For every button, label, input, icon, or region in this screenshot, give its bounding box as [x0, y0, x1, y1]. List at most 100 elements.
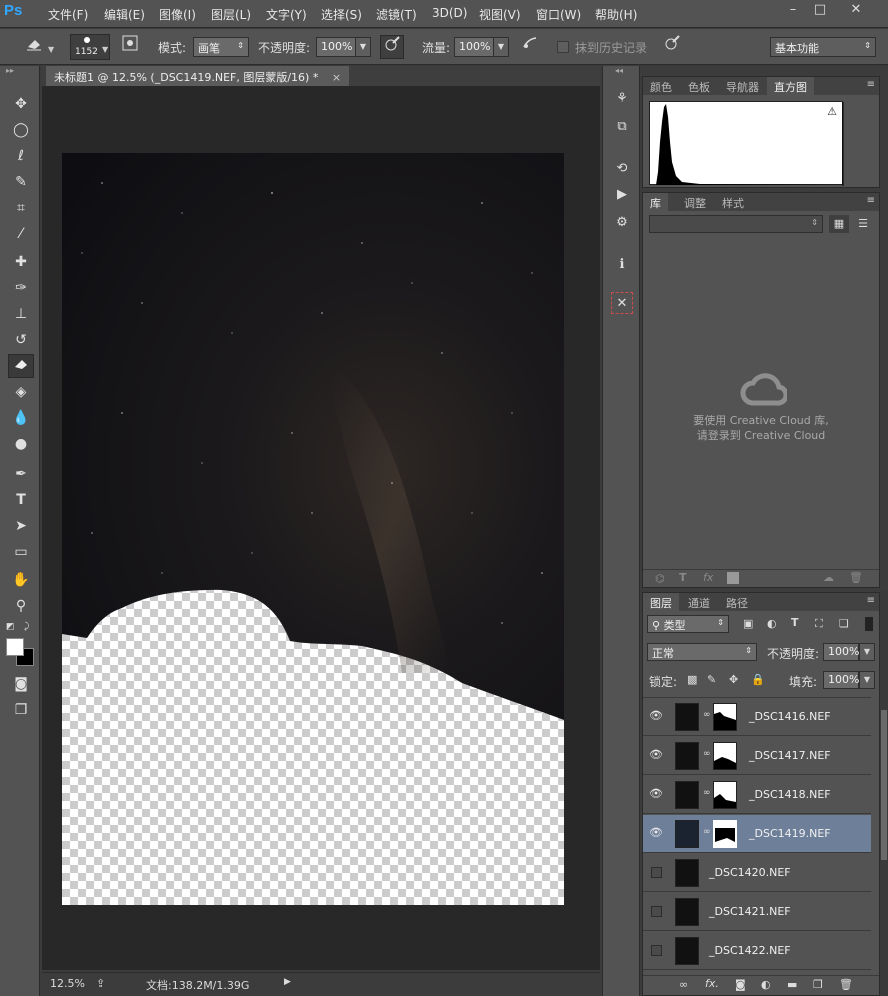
eye-icon[interactable]: 👁	[649, 787, 663, 801]
collapse-icon[interactable]: ◂◂	[615, 66, 623, 75]
grid-view-icon[interactable]: ▦	[829, 215, 849, 233]
zoom-level[interactable]: 12.5%	[50, 977, 85, 990]
layer-mask-thumbnail[interactable]	[713, 742, 737, 770]
layer-mask-thumbnail[interactable]	[713, 703, 737, 731]
tab-layers[interactable]: 图层	[643, 593, 679, 611]
tab-paths[interactable]: 路径	[719, 593, 755, 611]
rectangle-tool-icon[interactable]: ▭	[8, 540, 34, 564]
swap-colors-icon[interactable]: ⤸	[24, 622, 29, 632]
marquee-tool-icon[interactable]: ◯	[8, 118, 34, 142]
brush-dropdown-icon[interactable]: ▼	[102, 45, 108, 54]
close-window-button[interactable]: ✕	[845, 2, 867, 18]
lock-image-icon[interactable]: ✎	[707, 673, 716, 686]
panel-menu-icon[interactable]: ≡	[867, 195, 875, 206]
flow-input[interactable]: 100%	[454, 37, 494, 57]
visibility-toggle[interactable]	[651, 906, 662, 917]
menu-3d[interactable]: 3D(D)	[432, 6, 467, 20]
lasso-tool-icon[interactable]: ℓ	[8, 144, 34, 168]
scrollbar-thumb[interactable]	[881, 710, 887, 860]
filter-toggle[interactable]	[865, 617, 873, 631]
add-fx-icon[interactable]: fx	[703, 571, 713, 584]
lock-all-icon[interactable]: 🔒	[751, 673, 765, 686]
chain-link-icon[interactable]: ∞	[703, 827, 711, 837]
eraser-tool-icon[interactable]	[8, 354, 34, 378]
chain-link-icon[interactable]: ∞	[703, 788, 711, 798]
add-color-icon[interactable]	[727, 572, 739, 584]
airbrush-icon[interactable]	[518, 35, 542, 59]
layer-filter-select[interactable]: ⚲ 类型 ⇕	[647, 615, 729, 633]
add-text-icon[interactable]: T	[679, 571, 687, 584]
layer-opacity-input[interactable]: 100%	[823, 643, 859, 661]
layer-row[interactable]: 👁 ∞ _DSC1417.NEF	[643, 737, 871, 775]
default-colors-icon[interactable]: ◩	[6, 622, 15, 632]
lock-transparent-icon[interactable]: ▩	[687, 673, 697, 686]
tab-swatches[interactable]: 色板	[681, 77, 717, 95]
chain-link-icon[interactable]: ∞	[703, 749, 711, 759]
layer-row[interactable]: 👁 ∞ _DSC1416.NEF	[643, 698, 871, 736]
panel-menu-icon[interactable]: ≡	[867, 595, 875, 606]
tab-adjustments[interactable]: 调整	[677, 193, 713, 211]
menu-select[interactable]: 选择(S)	[321, 6, 362, 23]
library-select[interactable]: ⇕	[649, 215, 823, 233]
visibility-toggle[interactable]	[651, 867, 662, 878]
add-graphic-icon[interactable]: ⌬	[655, 572, 665, 585]
layer-row[interactable]: 👁 ∞ _DSC1418.NEF	[643, 776, 871, 814]
brush-tool-icon[interactable]: ✑	[8, 276, 34, 300]
close-tab-icon[interactable]: ×	[332, 71, 341, 84]
paint-bucket-tool-icon[interactable]: ◈	[8, 380, 34, 404]
tab-navigator[interactable]: 导航器	[719, 77, 766, 95]
tab-channels[interactable]: 通道	[681, 593, 717, 611]
menu-filter[interactable]: 滤镜(T)	[376, 6, 417, 23]
layer-mask-thumbnail[interactable]	[713, 781, 737, 809]
properties-icon[interactable]: ⧉	[611, 116, 633, 138]
status-menu-arrow-icon[interactable]: ▶	[284, 977, 291, 987]
eye-icon[interactable]: 👁	[649, 826, 663, 840]
quick-mask-icon[interactable]: ◙	[8, 672, 34, 696]
history-icon[interactable]: ⟲	[611, 158, 633, 180]
fill-input[interactable]: 100%	[823, 671, 859, 689]
opacity-dropdown-icon[interactable]: ▼	[355, 37, 371, 57]
tab-styles[interactable]: 样式	[715, 193, 751, 211]
type-tool-icon[interactable]: T	[8, 488, 34, 512]
erase-history-checkbox[interactable]	[557, 41, 569, 53]
add-mask-icon[interactable]: ◙	[735, 978, 746, 991]
menu-file[interactable]: 文件(F)	[48, 6, 88, 23]
maximize-button[interactable]: □	[809, 2, 831, 18]
preset-dropdown-icon[interactable]: ▼	[48, 45, 54, 54]
lock-position-icon[interactable]: ✥	[729, 673, 738, 686]
eraser-tool-preset-icon[interactable]	[22, 35, 46, 59]
healing-brush-tool-icon[interactable]: ✚	[8, 250, 34, 274]
screen-mode-icon[interactable]: ❐	[8, 698, 34, 722]
new-group-icon[interactable]: ▬	[787, 978, 797, 991]
collapse-icon[interactable]: ▸▸	[6, 66, 14, 75]
pressure-size-icon[interactable]	[660, 35, 684, 59]
menu-edit[interactable]: 编辑(E)	[104, 6, 145, 23]
brush-presets-icon[interactable]: ⚘	[611, 88, 633, 110]
brush-panel-icon[interactable]	[118, 35, 142, 59]
chain-link-icon[interactable]: ∞	[703, 710, 711, 720]
hand-tool-icon[interactable]: ✋	[8, 568, 34, 592]
clone-stamp-tool-icon[interactable]: ⊥	[8, 302, 34, 326]
layer-row-selected[interactable]: 👁 ∞ _DSC1419.NEF	[643, 815, 871, 853]
quick-select-tool-icon[interactable]: ✎	[8, 170, 34, 194]
eye-icon[interactable]: 👁	[649, 748, 663, 762]
document-tab[interactable]: 未标题1 @ 12.5% (_DSC1419.NEF, 图层蒙版/16) * ×	[46, 66, 350, 86]
tab-color[interactable]: 颜色	[643, 77, 679, 95]
tab-libraries[interactable]: 库	[643, 193, 668, 211]
layer-mask-thumbnail[interactable]	[713, 820, 737, 848]
export-icon[interactable]: ⇪	[96, 977, 105, 990]
filter-type-icon[interactable]: T	[791, 616, 799, 629]
opacity-input[interactable]: 100%	[316, 37, 356, 57]
document-canvas[interactable]	[62, 153, 564, 905]
workspace-select[interactable]: 基本功能 ⇕	[770, 37, 876, 57]
layer-style-fx-icon[interactable]: fx.	[705, 977, 719, 990]
pen-tool-icon[interactable]: ✒	[8, 462, 34, 486]
new-adjustment-icon[interactable]: ◐	[761, 978, 771, 991]
link-layers-icon[interactable]: ∞	[679, 978, 688, 991]
mode-select[interactable]: 画笔 ⇕	[193, 37, 249, 57]
blur-tool-icon[interactable]: 💧	[8, 406, 34, 430]
menu-layer[interactable]: 图层(L)	[211, 6, 251, 23]
delete-layer-icon[interactable]: 🗑	[839, 978, 853, 991]
info-icon[interactable]: ℹ	[611, 254, 633, 276]
zoom-tool-icon[interactable]: ⚲	[8, 594, 34, 618]
